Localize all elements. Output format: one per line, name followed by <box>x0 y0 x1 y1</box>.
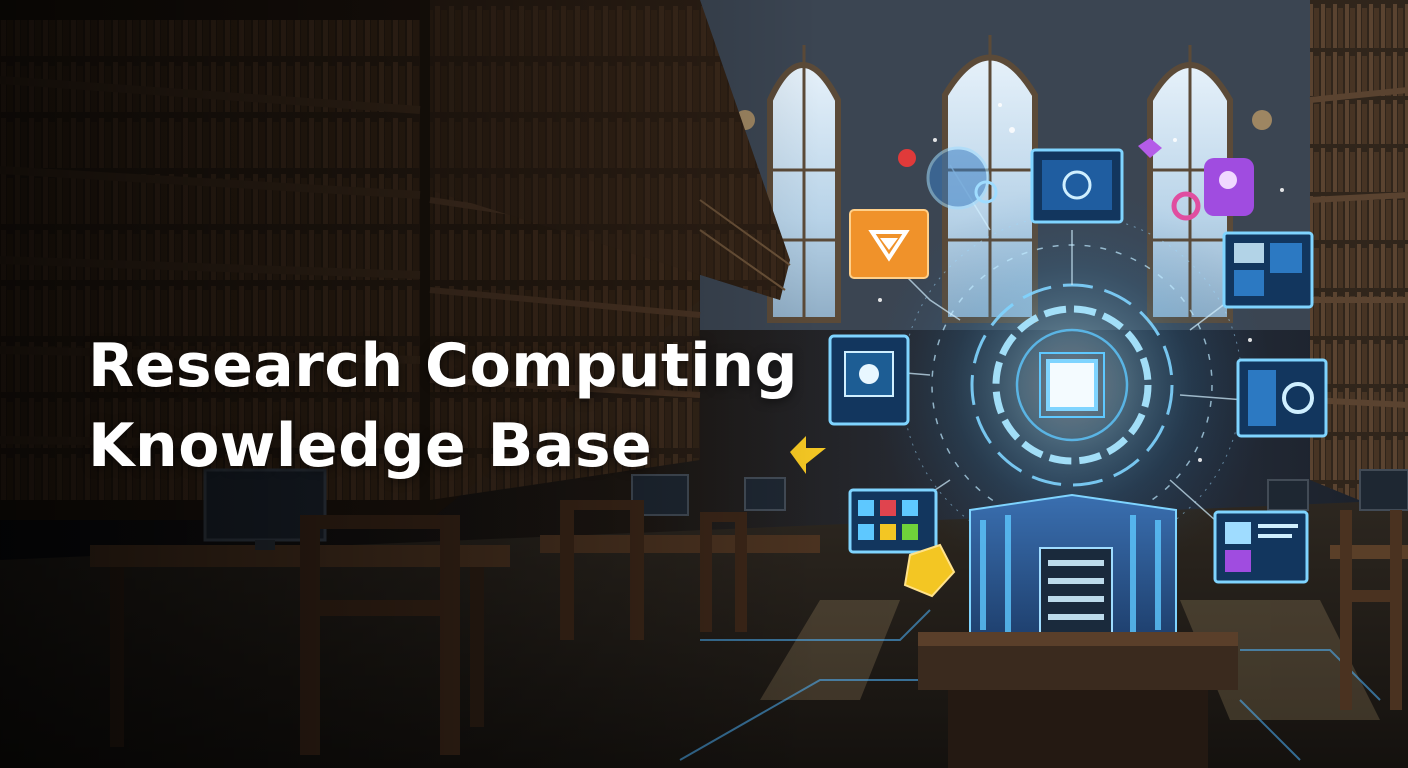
floating-panel-right-3 <box>1213 510 1309 584</box>
title-line-2: Knowledge Base <box>88 411 653 481</box>
floating-panel-orange <box>849 209 929 279</box>
right-bookshelves <box>1309 0 1408 520</box>
floating-panel-right-1 <box>1222 231 1314 309</box>
page-title: Research Computing Knowledge Base <box>88 326 798 486</box>
title-line-1: Research Computing <box>88 331 798 401</box>
red-node-icon <box>898 149 916 167</box>
hero-banner: Research Computing Knowledge Base <box>0 0 1408 768</box>
floating-panel-grid <box>848 488 938 554</box>
floating-panel-sharing <box>828 334 910 426</box>
floating-panel-top <box>1030 148 1124 224</box>
floating-panel-right-2 <box>1236 358 1328 438</box>
